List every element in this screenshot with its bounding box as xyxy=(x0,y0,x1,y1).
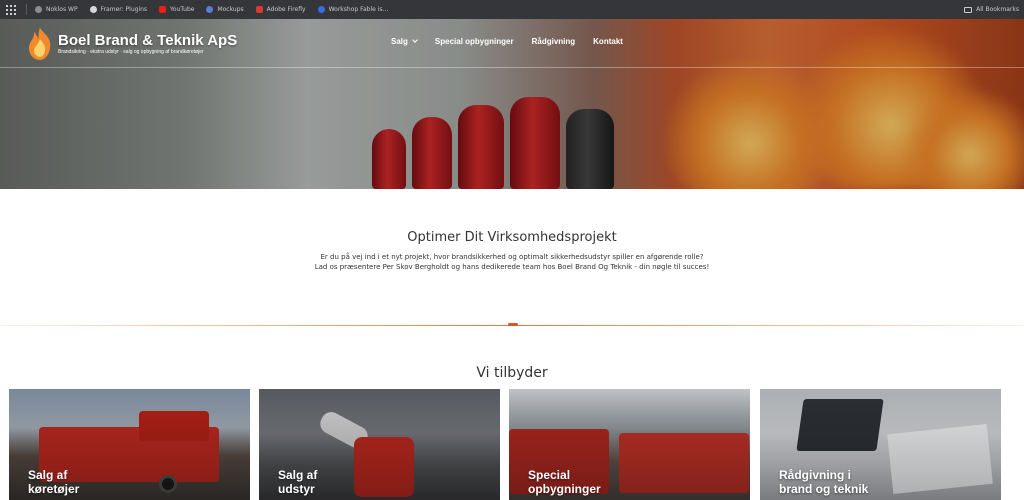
chevron-down-icon xyxy=(412,37,418,43)
nav-label: Salg xyxy=(391,37,408,46)
card-label-line-1: Salg af xyxy=(28,468,68,482)
card-label: Salg af køretøjer xyxy=(28,468,79,496)
divider-accent xyxy=(508,323,518,326)
card-special-opbygninger[interactable]: Special opbygninger xyxy=(509,389,750,500)
card-salg-af-koretojer[interactable]: Salg af køretøjer xyxy=(9,389,250,500)
card-label-line-2: brand og teknik xyxy=(779,482,869,496)
bookmark-youtube[interactable]: YouTube xyxy=(159,6,194,13)
nav-label: Special opbygninger xyxy=(434,37,514,46)
card-label-line-1: Special xyxy=(528,468,571,482)
bookmark-label: YouTube xyxy=(170,6,195,13)
nav-item-kontakt[interactable]: Kontakt xyxy=(593,37,623,46)
offer-title: Vi tilbyder xyxy=(476,365,548,381)
adobe-firefly-icon xyxy=(255,6,263,13)
card-label: Rådgivning i brand og teknik xyxy=(779,468,868,496)
card-label-line-2: udstyr xyxy=(278,482,315,496)
card-label-line-2: opbygninger xyxy=(528,482,601,496)
nav-label: Kontakt xyxy=(593,37,623,46)
apps-grid-icon[interactable] xyxy=(6,4,16,15)
globe-icon xyxy=(35,6,42,13)
logo-title: Boel Brand & Teknik ApS xyxy=(58,31,238,49)
bookmark-label: Workshop Fable is... xyxy=(328,6,389,13)
hero-banner: Boel Brand & Teknik ApS Brandsikring · e… xyxy=(0,19,1024,189)
card-label-line-1: Salg af xyxy=(278,468,318,482)
intro-line-2: Lad os præsentere Per Skov Bergholdt og … xyxy=(314,263,710,271)
all-bookmarks-label: All Bookmarks xyxy=(976,6,1019,13)
folder-icon xyxy=(964,6,973,13)
bookmarks-bar: Noklos WP Framer: Plugins YouTube Mockup… xyxy=(0,0,1024,19)
bookmark-framer[interactable]: Framer: Plugins xyxy=(89,6,148,13)
flame-shield-icon xyxy=(26,27,54,61)
nav-label: Rådgivning xyxy=(531,37,576,46)
card-label-line-1: Rådgivning i xyxy=(779,468,851,482)
all-bookmarks-button[interactable]: All Bookmarks xyxy=(964,0,1019,19)
bookmark-adobe-firefly[interactable]: Adobe Firefly xyxy=(255,6,306,13)
bookmark-label: Framer: Plugins xyxy=(100,6,148,13)
nav-item-raadgivning[interactable]: Rådgivning xyxy=(532,37,576,46)
nav-item-salg[interactable]: Salg xyxy=(391,37,418,46)
workshop-icon xyxy=(317,6,325,13)
intro-section: Optimer Dit Virksomhedsprojekt Er du på … xyxy=(0,230,1024,272)
card-raadgivning[interactable]: Rådgivning i brand og teknik xyxy=(760,389,1001,500)
mockups-icon xyxy=(206,6,214,13)
bookmark-noklos[interactable]: Noklos WP xyxy=(35,6,78,13)
main-nav: Salg Special opbygninger Rådgivning Kont… xyxy=(391,37,641,46)
card-label: Special opbygninger xyxy=(528,468,601,496)
card-label-line-2: køretøjer xyxy=(28,482,80,496)
logo-subtitle: Brandsikring · ekstra udstyr · salg og o… xyxy=(58,48,204,55)
bookmarks-separator xyxy=(26,4,27,15)
logo[interactable]: Boel Brand & Teknik ApS Brandsikring · e… xyxy=(26,27,237,61)
youtube-icon xyxy=(159,6,167,13)
nav-item-special-opbygninger[interactable]: Special opbygninger xyxy=(435,37,514,46)
card-label: Salg af udstyr xyxy=(278,468,317,496)
bookmark-label: Mockups xyxy=(217,6,244,13)
bookmark-label: Adobe Firefly xyxy=(266,6,306,13)
intro-line-1: Er du på vej ind i et nyt projekt, hvor … xyxy=(320,253,704,261)
intro-title: Optimer Dit Virksomhedsprojekt xyxy=(407,230,617,245)
bookmark-mockups[interactable]: Mockups xyxy=(206,6,244,13)
header-divider xyxy=(0,67,1024,68)
card-salg-af-udstyr[interactable]: Salg af udstyr xyxy=(259,389,500,500)
bookmark-label: Noklos WP xyxy=(46,6,78,13)
bookmark-workshop[interactable]: Workshop Fable is... xyxy=(317,6,389,13)
framer-icon xyxy=(89,6,97,13)
